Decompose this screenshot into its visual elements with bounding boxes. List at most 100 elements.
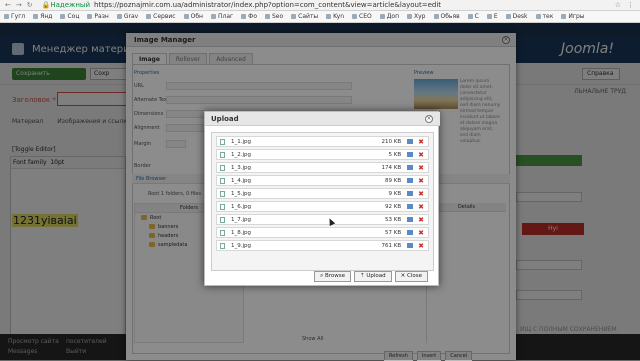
folder-icon [467, 14, 473, 19]
delete-icon[interactable]: ✖ [418, 190, 424, 198]
delete-icon[interactable]: ✖ [418, 151, 424, 159]
bookmark-item[interactable]: Seo [265, 13, 283, 20]
file-size: 5 KB [388, 151, 402, 158]
browse-label: Browse [324, 273, 346, 279]
file-size: 210 KB [381, 138, 402, 145]
rename-icon[interactable] [407, 243, 414, 248]
bookmark-item[interactable]: Сервис [146, 13, 176, 20]
bookmark-item[interactable]: Kyn [326, 13, 344, 20]
bookmark-item[interactable]: Е [486, 13, 498, 20]
bookmark-label: Янд [40, 13, 53, 20]
delete-icon[interactable]: ✖ [418, 177, 424, 185]
delete-icon[interactable]: ✖ [418, 242, 424, 250]
file-name: 1_3.jpg [231, 164, 252, 171]
bookmark-label: СЕО [359, 13, 372, 20]
bookmark-item[interactable]: Grav [116, 13, 139, 20]
bookmark-item[interactable]: Янд [33, 13, 52, 20]
rename-icon[interactable] [407, 230, 414, 235]
bookmark-item[interactable]: Обн [183, 13, 203, 20]
close-button[interactable]: ✕ Close [394, 271, 428, 282]
forward-icon[interactable]: → [16, 1, 22, 9]
rename-icon[interactable] [407, 152, 414, 157]
bookmark-item[interactable]: Игры [561, 13, 585, 20]
bookmark-label: Соц [67, 13, 80, 20]
url-text[interactable]: https://poznajmir.com.ua/administrator/i… [94, 1, 441, 9]
file-icon [220, 177, 225, 184]
file-name: 1_6.jpg [231, 203, 252, 210]
upload-file-row[interactable]: 1_1.jpg 210 KB ✖ [216, 136, 429, 147]
bookmark-item[interactable]: Плаг [210, 13, 233, 20]
bookmark-item[interactable]: Хур [407, 13, 426, 20]
upload-file-row[interactable]: 1_4.jpg 89 KB ✖ [216, 175, 429, 186]
bookmark-item[interactable]: Desk [505, 13, 528, 20]
upload-file-row[interactable]: 1_7.jpg 53 KB ✖ [216, 214, 429, 225]
delete-icon[interactable]: ✖ [418, 203, 424, 211]
extensions: ☆ ⋮ [615, 1, 640, 9]
folder-icon [379, 14, 385, 19]
bookmark-item[interactable]: Соц [60, 13, 79, 20]
file-name: 1_8.jpg [231, 229, 252, 236]
bookmark-item[interactable]: СЕО [352, 13, 372, 20]
bookmark-label: Desk [512, 13, 528, 20]
secure-label: Надежный [50, 1, 91, 9]
folder-icon [561, 14, 567, 19]
file-size: 761 KB [381, 242, 402, 249]
rename-icon[interactable] [407, 165, 414, 170]
folder-icon [265, 14, 270, 19]
bookmark-item[interactable]: Обьяв [433, 13, 460, 20]
delete-icon[interactable]: ✖ [418, 138, 424, 146]
file-icon [220, 151, 225, 158]
file-name: 1_1.jpg [231, 138, 252, 145]
folder-icon [352, 14, 358, 19]
rename-icon[interactable] [407, 191, 414, 196]
rename-icon[interactable] [407, 217, 414, 222]
bookmark-label: Grav [123, 13, 139, 20]
bookmark-item[interactable]: Гугл [4, 13, 25, 20]
bookmark-item[interactable]: Сайты [291, 13, 318, 20]
menu-icon[interactable]: ⋮ [627, 1, 634, 9]
reload-icon[interactable]: ↻ [27, 1, 33, 9]
folder-icon [486, 14, 492, 19]
folder-icon [60, 14, 66, 19]
nav-buttons: ← → ↻ [0, 1, 38, 9]
file-size: 174 KB [381, 164, 402, 171]
star-icon[interactable]: ☆ [615, 1, 621, 9]
bookmark-item[interactable]: Фо [241, 13, 257, 20]
address-bar[interactable]: ← → ↻ 🔒 Надежный https://poznajmir.com.u… [0, 0, 640, 11]
upload-file-row[interactable]: 1_9.jpg 761 KB ✖ [216, 240, 429, 251]
delete-icon[interactable]: ✖ [418, 229, 424, 237]
bookmark-label: Хур [414, 13, 426, 20]
delete-icon[interactable]: ✖ [418, 164, 424, 172]
bookmark-label: Сервис [153, 13, 176, 20]
back-icon[interactable]: ← [5, 1, 11, 9]
bookmarks-bar: Гугл Янд Соц Разн Grav Сервис Обн Плаг Фо Seo Сайт… [0, 11, 640, 23]
file-size: 57 KB [384, 229, 402, 236]
upload-file-row[interactable]: 1_6.jpg 92 KB ✖ [216, 201, 429, 212]
upload-button[interactable]: ⇡ Upload [354, 271, 392, 282]
folder-icon [146, 14, 152, 19]
bookmark-label: Seo [272, 13, 284, 20]
bookmark-item[interactable]: Доп [379, 13, 399, 20]
file-name: 1_2.jpg [231, 151, 252, 158]
bookmark-item[interactable]: Разн [87, 13, 109, 20]
upload-file-row[interactable]: 1_5.jpg 9 KB ✖ [216, 188, 429, 199]
file-name: 1_9.jpg [231, 242, 252, 249]
folder-icon [326, 14, 332, 19]
close-icon[interactable]: × [425, 115, 433, 123]
file-icon [220, 229, 225, 236]
file-icon [220, 203, 225, 210]
upload-file-row[interactable]: 1_2.jpg 5 KB ✖ [216, 149, 429, 160]
rename-icon[interactable] [407, 178, 414, 183]
bookmark-label: Гугл [11, 13, 26, 20]
browse-button[interactable]: ⌕ Browse [314, 271, 352, 282]
rename-icon[interactable] [407, 204, 414, 209]
delete-icon[interactable]: ✖ [418, 216, 424, 224]
upload-file-row[interactable]: 1_3.jpg 174 KB ✖ [216, 162, 429, 173]
rename-icon[interactable] [407, 139, 414, 144]
bookmark-label: Фо [248, 13, 257, 20]
upload-file-row[interactable]: 1_8.jpg 57 KB ✖ [216, 227, 429, 238]
bookmark-item[interactable]: тек [535, 13, 553, 20]
upload-label: Upload [366, 273, 386, 279]
bookmark-label: Обьяв [440, 13, 460, 20]
bookmark-item[interactable]: С [467, 13, 479, 20]
